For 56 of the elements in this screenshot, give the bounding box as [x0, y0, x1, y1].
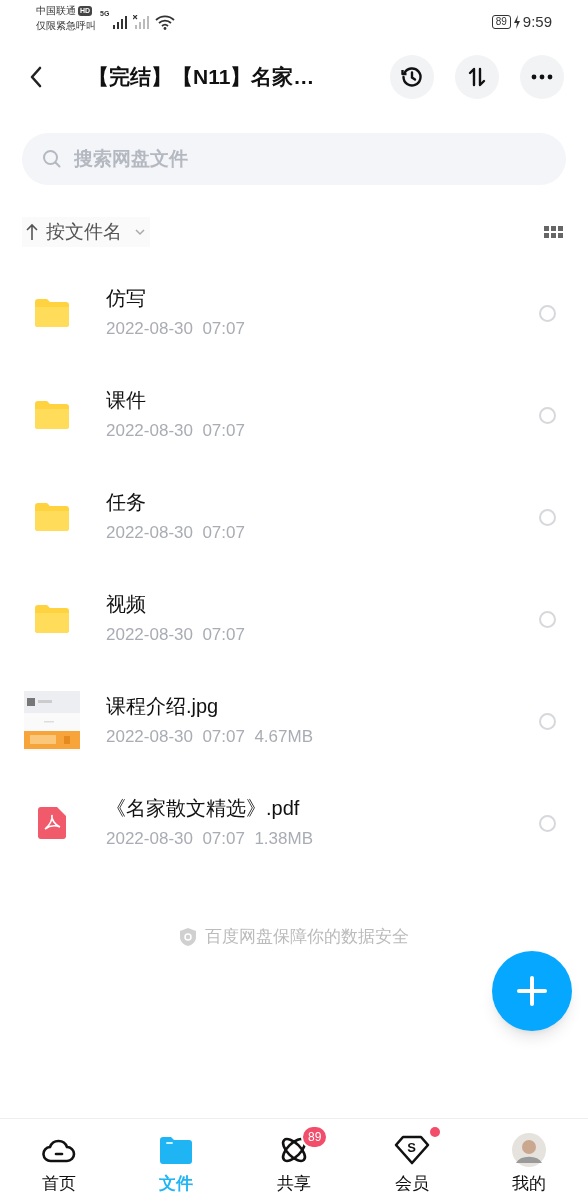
file-name[interactable]: 仿写 [106, 286, 245, 310]
security-note: 百度网盘保障你的数据安全 [205, 926, 409, 948]
emergency-text: 仅限紧急呼叫 [36, 19, 96, 33]
folder-icon [35, 503, 69, 531]
folder-icon [35, 299, 69, 327]
file-meta: 2022-08-30 07:07 [106, 624, 245, 646]
folder-icon [35, 605, 69, 633]
signal-icon [113, 15, 130, 29]
signal-icon [133, 15, 152, 29]
grid-view-icon[interactable] [544, 225, 564, 239]
select-radio[interactable] [539, 508, 556, 526]
select-radio[interactable] [539, 610, 556, 628]
folder-title: 【完结】【N11】名家… [88, 64, 315, 91]
file-meta: 2022-08-30 07:07 4.67MB [106, 726, 313, 748]
history-button[interactable] [390, 55, 434, 99]
folder-icon [35, 401, 69, 429]
nav-tab[interactable]: S 会员 [352, 1119, 471, 1200]
file-meta: 2022-08-30 07:07 1.38MB [106, 828, 313, 850]
select-radio[interactable] [539, 304, 556, 322]
plus-icon [516, 975, 548, 1007]
diamond-icon: S [393, 1135, 430, 1165]
avatar-icon [512, 1133, 547, 1167]
file-name[interactable]: 任务 [106, 490, 245, 514]
more-icon [531, 74, 553, 80]
pdf-icon [38, 807, 66, 839]
shield-icon [179, 926, 197, 947]
carrier-name: 中国联通 [36, 4, 76, 18]
sort-icon [466, 66, 488, 88]
file-name[interactable]: 课件 [106, 388, 245, 412]
search-field[interactable]: 搜索网盘文件 [22, 133, 566, 185]
chevron-down-icon [134, 228, 146, 236]
nav-tab[interactable]: 我的 [470, 1119, 588, 1200]
wifi-icon [155, 14, 176, 30]
file-name[interactable]: 课程介绍.jpg [106, 694, 313, 718]
count-badge: 89 [301, 1125, 329, 1149]
file-name[interactable]: 视频 [106, 592, 245, 616]
select-radio[interactable] [539, 814, 556, 832]
battery-level: 89 [491, 15, 511, 30]
sort-button[interactable] [455, 55, 499, 99]
clock-time: 9:59 [522, 12, 552, 32]
nav-tab[interactable]: 首页 [0, 1119, 118, 1200]
file-meta: 2022-08-30 07:07 [106, 318, 245, 340]
file-meta: 2022-08-30 07:07 [106, 522, 245, 544]
orbit-icon [279, 1135, 309, 1165]
charging-icon [512, 15, 521, 30]
select-radio[interactable] [539, 712, 556, 730]
select-radio[interactable] [539, 406, 556, 424]
arrow-up-icon [26, 223, 38, 241]
history-icon [400, 65, 424, 89]
nav-tab[interactable]: 89 共享 [235, 1119, 353, 1200]
file-meta: 2022-08-30 07:07 [106, 420, 245, 442]
more-button[interactable] [520, 55, 564, 99]
folder-icon [160, 1136, 193, 1164]
file-name[interactable]: 《名家散文精选》.pdf [106, 796, 313, 820]
search-icon [42, 149, 62, 169]
sort-dropdown[interactable]: 按文件名 [22, 217, 150, 247]
